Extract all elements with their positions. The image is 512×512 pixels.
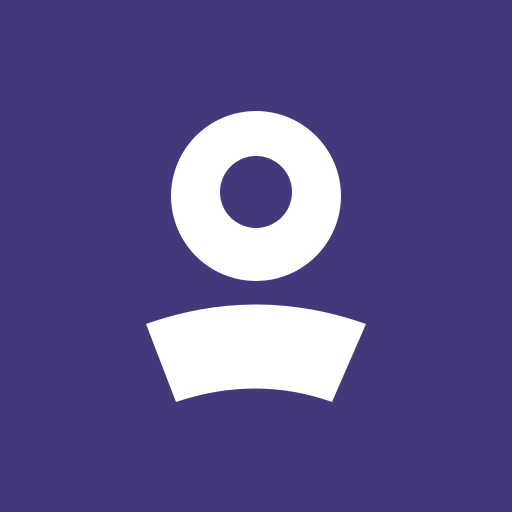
app-icon-tile [0,0,512,512]
user-profile-icon [0,0,512,512]
user-body-shape [146,304,366,402]
